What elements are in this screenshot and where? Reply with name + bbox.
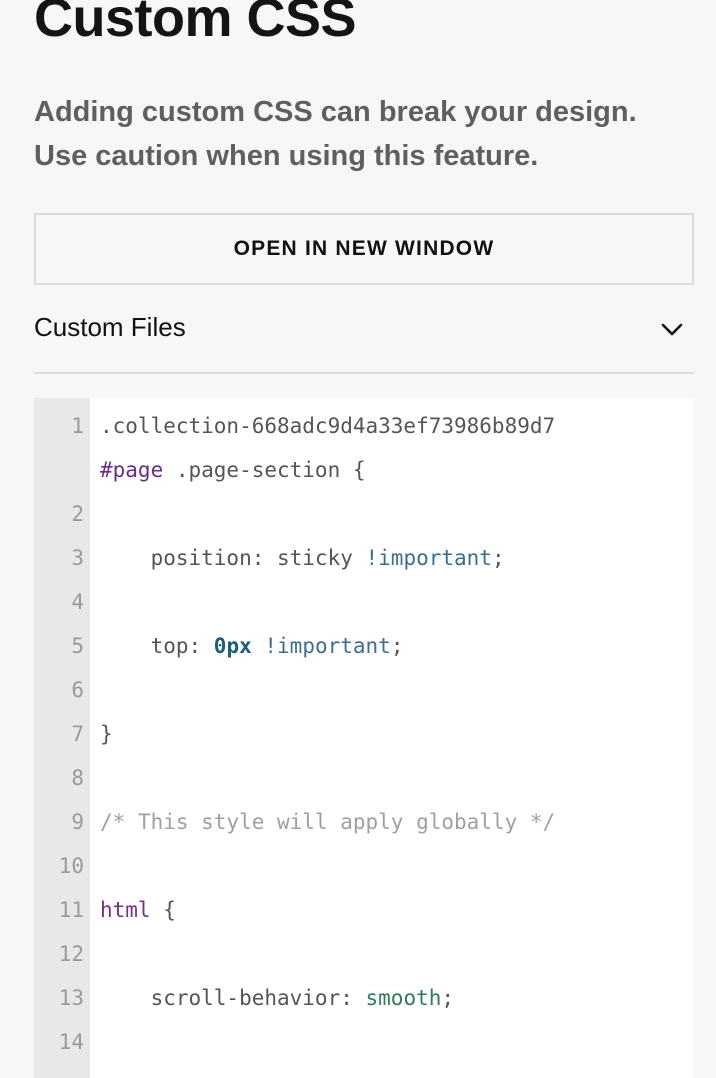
code-line: 1 .collection-668adc9d4a33ef73986b89d7 [34,404,694,448]
code-text: position: sticky !important; [100,536,505,580]
line-number: 11 [58,898,84,922]
code-token: smooth [365,986,442,1010]
line-number: 8 [71,766,84,790]
code-line: 2 [34,492,694,536]
code-token: #page [100,458,164,482]
line-number: 7 [71,722,84,746]
code-text: top: 0px !important; [100,624,404,668]
line-number: 13 [58,986,84,1010]
css-code-editor[interactable]: 1 .collection-668adc9d4a33ef73986b89d7 #pa… [34,398,694,1078]
code-line: 9 /* This style will apply globally */ [34,800,694,844]
code-line: 3 position: sticky !important; [34,536,694,580]
line-number: 2 [71,502,84,526]
code-token: ; [441,986,455,1010]
code-token: } [100,722,113,746]
line-number: 12 [58,942,84,966]
caution-message: Adding custom CSS can break your design.… [34,90,704,178]
line-number: 1 [71,414,84,438]
code-token: .page-section { [163,458,366,482]
line-number: 14 [58,1030,84,1054]
code-token: top: [100,634,214,658]
code-line: 10 [34,844,694,888]
code-line: 7} [34,712,694,756]
line-number: 9 [71,810,84,834]
code-text: .collection-668adc9d4a33ef73986b89d7 [100,404,555,448]
code-line: 12 [34,932,694,976]
line-number: 6 [71,678,84,702]
code-token: html [100,898,151,922]
line-number: 4 [71,590,84,614]
custom-files-label: Custom Files [34,312,186,342]
page-title: Custom CSS [34,0,357,48]
line-number: 5 [71,634,84,658]
chevron-down-icon[interactable] [660,318,684,342]
code-token: position: sticky [100,546,366,570]
code-line: 8 [34,756,694,800]
code-line: #page .page-section { [34,448,694,492]
code-line: 4 [34,580,694,624]
open-in-new-window-button[interactable]: OPEN IN NEW WINDOW [34,213,694,285]
code-token: ; [390,634,404,658]
code-line: 6 [34,668,694,712]
code-line: 14 [34,1020,694,1064]
code-text: } [100,712,113,756]
line-number: 3 [71,546,84,570]
caution-message-line-1: Adding custom CSS can break your design. [34,96,637,128]
code-line: 5 top: 0px !important; [34,624,694,668]
code-token: /* This style will apply globally */ [100,810,556,834]
code-token: !important [264,634,391,658]
code-text: /* This style will apply globally */ [100,800,555,844]
code-token: 0px [213,634,252,658]
caution-message-line-2: Use caution when using this feature. [34,140,539,172]
code-token: .collection-668adc9d4a33ef73986b89d7 [100,414,556,438]
code-text: html { [100,888,176,932]
code-token: scroll-behavior: [100,986,366,1010]
code-line: 11 html { [34,888,694,932]
code-lines: 1 .collection-668adc9d4a33ef73986b89d7 #pa… [34,404,694,1078]
code-token: !important [365,546,492,570]
line-number: 10 [58,854,84,878]
code-token: { [150,898,176,922]
code-text: #page .page-section { [100,448,366,492]
custom-files-toggle[interactable]: Custom Files [34,300,694,374]
code-text: scroll-behavior: smooth; [100,976,454,1020]
code-token: ; [491,546,505,570]
code-line: 13 scroll-behavior: smooth; [34,976,694,1020]
